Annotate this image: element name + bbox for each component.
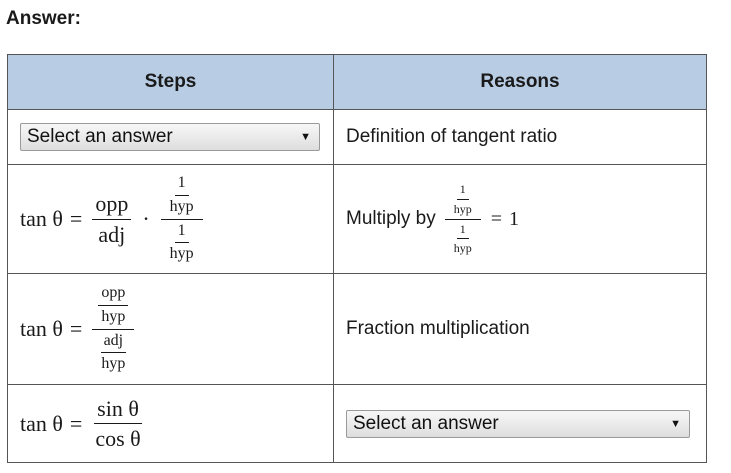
tan-theta: tan θ bbox=[20, 206, 63, 231]
table-row: tan θ = opp adj · 1 hyp 1 hyp Multiply b… bbox=[7, 164, 707, 274]
steps-header: Steps bbox=[7, 54, 334, 110]
equals-sign: = bbox=[69, 206, 83, 231]
step-1-select[interactable]: Select an answer ▼ bbox=[20, 123, 320, 151]
reason-cell-2: Multiply by 1 hyp 1 hyp = 1 bbox=[333, 164, 707, 274]
select-value: Select an answer bbox=[27, 126, 173, 147]
step-4-expression: tan θ = sin θ cos θ bbox=[20, 397, 147, 450]
one-over-hyp-complex-fraction: 1 hyp 1 hyp bbox=[160, 174, 203, 263]
table-row: tan θ = sin θ cos θ Select an answer ▼ bbox=[7, 384, 707, 463]
reason-expression: Multiply by 1 hyp 1 hyp = 1 bbox=[346, 183, 519, 254]
opp-over-adj: opp adj bbox=[92, 192, 132, 246]
chevron-down-icon: ▼ bbox=[300, 131, 311, 143]
complex-fraction: opp hyp adj hyp bbox=[92, 284, 135, 373]
reason-cell-3: Fraction multiplication bbox=[333, 273, 707, 385]
reason-cell-1: Definition of tangent ratio bbox=[333, 109, 707, 165]
reason-complex-fraction: 1 hyp 1 hyp bbox=[444, 183, 481, 254]
proof-table: Steps Reasons Select an answer ▼ Definit… bbox=[7, 54, 707, 463]
multiply-dot: · bbox=[142, 206, 150, 231]
step-cell-4: tan θ = sin θ cos θ bbox=[7, 384, 334, 463]
reason-text: Fraction multiplication bbox=[346, 318, 530, 339]
reason-text: Definition of tangent ratio bbox=[346, 126, 558, 147]
equals-sign: = bbox=[69, 316, 83, 341]
answer-heading: Answer: bbox=[6, 8, 81, 29]
equals-sign: = bbox=[490, 207, 503, 230]
step-cell-1: Select an answer ▼ bbox=[7, 109, 334, 165]
reasons-header: Reasons bbox=[333, 54, 707, 110]
equals-sign: = bbox=[69, 410, 83, 436]
chevron-down-icon: ▼ bbox=[670, 417, 681, 430]
step-cell-3: tan θ = opp hyp adj hyp bbox=[7, 273, 334, 385]
step-2-expression: tan θ = opp adj · 1 hyp 1 hyp bbox=[20, 174, 206, 263]
tan-theta: tan θ bbox=[20, 316, 63, 341]
select-value: Select an answer bbox=[353, 412, 499, 434]
step-cell-2: tan θ = opp adj · 1 hyp 1 hyp bbox=[7, 164, 334, 274]
reason-prefix: Multiply by bbox=[346, 208, 436, 229]
reason-cell-4: Select an answer ▼ bbox=[333, 384, 707, 463]
reason-result: 1 bbox=[509, 207, 520, 230]
reason-4-select[interactable]: Select an answer ▼ bbox=[346, 409, 690, 438]
tan-theta: tan θ bbox=[20, 410, 63, 436]
header-row: Steps Reasons bbox=[7, 54, 707, 110]
table-row: tan θ = opp hyp adj hyp Fraction multipl… bbox=[7, 273, 707, 385]
sin-over-cos: sin θ cos θ bbox=[94, 395, 142, 451]
table-row: Select an answer ▼ Definition of tangent… bbox=[7, 109, 707, 165]
step-3-expression: tan θ = opp hyp adj hyp bbox=[20, 284, 137, 373]
